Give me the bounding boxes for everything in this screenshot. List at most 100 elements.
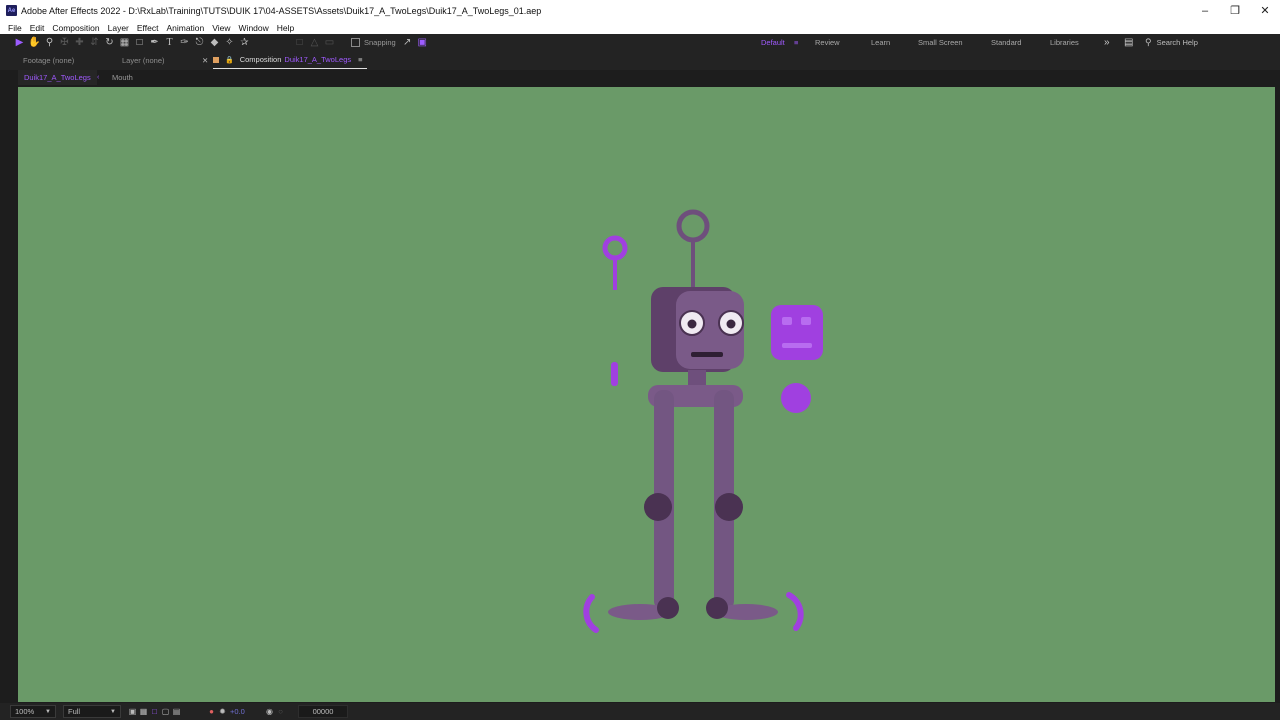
- puppet-pin-tool-icon[interactable]: ✰: [237, 36, 252, 50]
- lock-icon[interactable]: 🔒: [225, 56, 234, 64]
- viewer-toggles: ▣ ▦ □ ▢ ▤: [127, 703, 182, 720]
- menu-file[interactable]: File: [8, 23, 22, 33]
- breadcrumb-item-comp[interactable]: Duik17_A_TwoLegs: [18, 70, 97, 85]
- tab-layer[interactable]: Layer (none): [122, 51, 165, 70]
- tab-composition[interactable]: 🔒 Composition Duik17_A_TwoLegs ≡: [213, 51, 367, 69]
- selection-tool-icon[interactable]: ▶: [12, 36, 27, 50]
- workspace-menu-icon[interactable]: ≡: [794, 34, 798, 51]
- search-help[interactable]: ⚲ Search Help: [1145, 36, 1273, 49]
- exposure-value[interactable]: +0.0: [230, 707, 245, 716]
- face-controller[interactable]: [771, 305, 823, 360]
- type-tool-icon[interactable]: T: [162, 36, 177, 50]
- reset-exposure-icon[interactable]: ✹: [217, 706, 228, 717]
- workspace-review[interactable]: Review: [815, 34, 840, 51]
- dolly-camera-tool-icon[interactable]: ⇵: [87, 36, 102, 50]
- axis-view-icon[interactable]: ▭: [322, 36, 337, 50]
- workspace-learn[interactable]: Learn: [871, 34, 890, 51]
- snap-edges-icon[interactable]: ↗: [400, 36, 415, 50]
- close-tab-icon[interactable]: ✕: [202, 51, 208, 70]
- menu-window[interactable]: Window: [239, 23, 269, 33]
- viewer-status-bar: 100% ▼ Full ▼ ▣ ▦ □ ▢ ▤ ● ✹ +0.0 ◉ ○ 00000: [0, 703, 1280, 720]
- robot-knee-left[interactable]: [644, 493, 672, 521]
- workspace-libraries[interactable]: Libraries: [1050, 34, 1079, 51]
- timecode[interactable]: 00000: [298, 705, 348, 718]
- more-workspaces-icon[interactable]: »: [1104, 34, 1110, 51]
- maximize-button[interactable]: ❐: [1220, 0, 1250, 21]
- roto-brush-tool-icon[interactable]: ✧: [222, 36, 237, 50]
- current-time[interactable]: 00000: [298, 703, 348, 720]
- brush-tool-icon[interactable]: ✑: [177, 36, 192, 50]
- body-controller[interactable]: [611, 362, 618, 386]
- foot-controller-left[interactable]: [583, 594, 599, 633]
- minimize-button[interactable]: –: [1190, 0, 1220, 21]
- zoom-dropdown[interactable]: 100% ▼: [10, 703, 56, 720]
- grid-guides-icon[interactable]: ▤: [171, 706, 182, 717]
- snap-features-icon[interactable]: ▣: [415, 36, 430, 50]
- mouth-controller[interactable]: [781, 383, 811, 413]
- fast-previews-icon[interactable]: ▣: [127, 706, 138, 717]
- menu-layer[interactable]: Layer: [108, 23, 129, 33]
- anchor-point-tool-icon[interactable]: ▦: [117, 36, 132, 50]
- chevron-down-icon: ▼: [45, 708, 51, 715]
- workspace-standard[interactable]: Standard: [991, 34, 1021, 51]
- viewer-left-strip: [0, 85, 18, 704]
- tools-bar: ▶ ✋ ⚲ ✠ ✚ ⇵ ↻ ▦ □ ✒ T ✑ ⎋ ◆ ✧ ✰ □ △ ▭ Sn…: [0, 34, 1280, 51]
- robot-mouth[interactable]: [691, 352, 723, 357]
- resolution-dropdown[interactable]: Full ▼: [63, 703, 121, 720]
- mask-visibility-icon[interactable]: □: [149, 706, 160, 717]
- menu-help[interactable]: Help: [277, 23, 294, 33]
- clone-stamp-tool-icon[interactable]: ⎋: [192, 36, 207, 50]
- menu-animation[interactable]: Animation: [166, 23, 204, 33]
- robot-antenna-ring[interactable]: [676, 209, 710, 243]
- title-bar: Ae Adobe After Effects 2022 - D:\RxLab\T…: [0, 0, 1280, 21]
- color-channels-icon[interactable]: ●: [206, 706, 217, 717]
- panel-menu-icon[interactable]: ≡: [358, 55, 362, 64]
- robot-ankle-right[interactable]: [706, 597, 728, 619]
- pen-tool-icon[interactable]: ✒: [147, 36, 162, 50]
- pan-camera-tool-icon[interactable]: ✚: [72, 36, 87, 50]
- menu-view[interactable]: View: [212, 23, 230, 33]
- face-controller-eye-right: [801, 317, 811, 325]
- robot-knee-right[interactable]: [715, 493, 743, 521]
- breadcrumb-item-mouth[interactable]: Mouth: [112, 70, 133, 85]
- workspace-small-screen[interactable]: Small Screen: [918, 34, 963, 51]
- tab-footage[interactable]: Footage (none): [23, 51, 74, 70]
- menu-edit[interactable]: Edit: [30, 23, 45, 33]
- show-snapshot-icon[interactable]: ○: [275, 706, 286, 717]
- chevron-down-icon: ▼: [110, 708, 116, 715]
- orbit-camera-tool-icon[interactable]: ✠: [57, 36, 72, 50]
- axis-world-icon[interactable]: △: [307, 36, 322, 50]
- region-of-interest-icon[interactable]: ▢: [160, 706, 171, 717]
- breadcrumb: Duik17_A_TwoLegs ‹ Mouth: [0, 70, 1280, 85]
- robot-ankle-left[interactable]: [657, 597, 679, 619]
- rectangle-tool-icon[interactable]: □: [132, 36, 147, 50]
- composition-canvas[interactable]: [18, 87, 1275, 702]
- eraser-tool-icon[interactable]: ◆: [207, 36, 222, 50]
- robot-pupil-left: [687, 319, 697, 329]
- breadcrumb-separator-icon: ‹: [97, 74, 100, 81]
- panel-tabs: Footage (none) Layer (none) ✕ 🔒 Composit…: [0, 51, 1280, 70]
- search-icon: ⚲: [1145, 37, 1152, 47]
- snapping-checkbox[interactable]: [351, 38, 360, 47]
- workspace-default[interactable]: Default: [761, 34, 785, 51]
- close-button[interactable]: ✕: [1250, 0, 1280, 21]
- composition-viewer[interactable]: [18, 87, 1275, 702]
- foot-controller-right[interactable]: [786, 592, 804, 631]
- transparency-grid-icon[interactable]: ▦: [138, 706, 149, 717]
- axis-local-icon[interactable]: □: [292, 36, 307, 50]
- menu-effect[interactable]: Effect: [137, 23, 159, 33]
- search-help-field[interactable]: Search Help: [1157, 38, 1198, 47]
- snapshot-controls: ◉ ○: [264, 703, 286, 720]
- after-effects-logo-icon: Ae: [6, 5, 17, 16]
- menu-composition[interactable]: Composition: [52, 23, 99, 33]
- head-controller-ring[interactable]: [602, 235, 628, 261]
- snapping-toggle[interactable]: Snapping: [351, 38, 396, 47]
- hand-tool-icon[interactable]: ✋: [27, 36, 42, 50]
- camera-icon[interactable]: ◉: [264, 706, 275, 717]
- face-controller-eye-left: [782, 317, 792, 325]
- rotation-tool-icon[interactable]: ↻: [102, 36, 117, 50]
- snapping-label: Snapping: [364, 38, 396, 47]
- zoom-tool-icon[interactable]: ⚲: [42, 36, 57, 50]
- menu-bar: File Edit Composition Layer Effect Anima…: [0, 21, 1280, 34]
- workspace-layout-icon[interactable]: ▤: [1124, 34, 1133, 51]
